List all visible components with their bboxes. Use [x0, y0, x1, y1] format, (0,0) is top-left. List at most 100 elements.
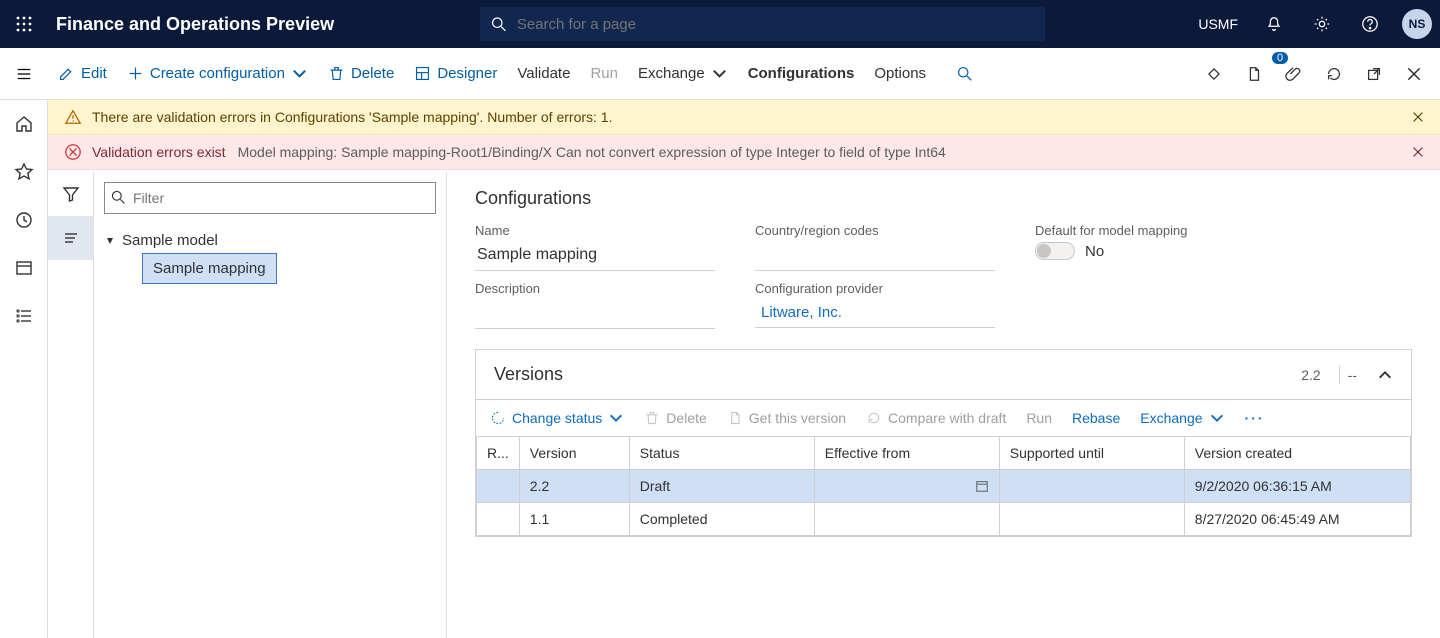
- filter-icon: [61, 184, 81, 204]
- cell-created[interactable]: 8/27/2020 06:45:49 AM: [1184, 503, 1410, 536]
- close-icon: [1411, 110, 1425, 124]
- settings-button[interactable]: [1302, 0, 1342, 48]
- table-row[interactable]: 1.1Completed 8/27/2020 06:45:49 AM: [477, 503, 1411, 536]
- cell-status[interactable]: Draft: [629, 470, 814, 503]
- rebase-label: Rebase: [1072, 410, 1120, 426]
- cell-created[interactable]: 9/2/2020 06:36:15 AM: [1184, 470, 1410, 503]
- tree-node-root[interactable]: Sample model: [104, 232, 436, 249]
- close-page-button[interactable]: [1396, 56, 1432, 92]
- run-label: Run: [590, 65, 618, 82]
- open-office-button[interactable]: [1236, 56, 1272, 92]
- cell-r[interactable]: [477, 503, 520, 536]
- error-close-button[interactable]: [1408, 142, 1428, 162]
- refresh-button[interactable]: [1316, 56, 1352, 92]
- popout-button[interactable]: [1356, 56, 1392, 92]
- list-icon: [14, 306, 34, 326]
- create-configuration-button[interactable]: Create configuration: [117, 48, 318, 99]
- tree-list-mode[interactable]: [48, 216, 93, 260]
- col-effective[interactable]: Effective from: [814, 437, 999, 470]
- rail-workspaces[interactable]: [6, 250, 42, 286]
- col-supported[interactable]: Supported until: [999, 437, 1184, 470]
- col-status[interactable]: Status: [629, 437, 814, 470]
- help-icon: [1361, 15, 1379, 33]
- chevron-up-icon[interactable]: [1377, 367, 1393, 383]
- error-message: Validation errors exist Model mapping: S…: [48, 135, 1440, 170]
- table-row[interactable]: 2.2Draft 9/2/2020 06:36:15 AM: [477, 470, 1411, 503]
- chevron-down-icon: [291, 65, 308, 82]
- rail-modules[interactable]: [6, 298, 42, 334]
- global-search-input[interactable]: [517, 16, 1035, 33]
- page-search-button[interactable]: [946, 48, 983, 99]
- tab-configurations[interactable]: Configurations: [738, 48, 865, 99]
- attachment-count: 0: [1272, 52, 1288, 64]
- name-value[interactable]: Sample mapping: [475, 242, 715, 271]
- edit-button[interactable]: Edit: [48, 48, 117, 99]
- diamond-icon: [1205, 65, 1223, 83]
- cell-effective[interactable]: [814, 503, 999, 536]
- calendar-icon[interactable]: [975, 479, 989, 493]
- tab-options[interactable]: Options: [864, 48, 936, 99]
- company-picker[interactable]: USMF: [1190, 16, 1246, 32]
- versions-section: Versions 2.2 -- Change status Delete Get…: [475, 349, 1412, 537]
- message-bar-area: There are validation errors in Configura…: [48, 100, 1440, 170]
- run-button: Run: [580, 48, 628, 99]
- version-delete-button: Delete: [644, 410, 706, 426]
- cell-status[interactable]: Completed: [629, 503, 814, 536]
- rail-recent[interactable]: [6, 202, 42, 238]
- pencil-icon: [58, 65, 75, 82]
- error-icon: [64, 143, 82, 161]
- warning-close-button[interactable]: [1408, 107, 1428, 127]
- version-exchange-label: Exchange: [1140, 410, 1202, 426]
- col-created[interactable]: Version created: [1184, 437, 1410, 470]
- global-search[interactable]: [480, 7, 1045, 41]
- compare-button: Compare with draft: [866, 410, 1006, 426]
- section-title: Configurations: [475, 188, 1412, 209]
- versions-table: R... Version Status Effective from Suppo…: [476, 436, 1411, 536]
- waffle-icon: [16, 16, 32, 32]
- error-title: Validation errors exist: [92, 144, 226, 160]
- cell-supported[interactable]: [999, 503, 1184, 536]
- designer-button[interactable]: Designer: [404, 48, 507, 99]
- caret-down-icon: [104, 235, 116, 247]
- cell-version[interactable]: 2.2: [519, 470, 629, 503]
- version-more-button[interactable]: ···: [1245, 410, 1265, 426]
- versions-toolbar: Change status Delete Get this version Co…: [476, 399, 1411, 436]
- cell-effective[interactable]: [814, 470, 999, 503]
- tree-filter-mode[interactable]: [48, 172, 93, 216]
- col-version[interactable]: Version: [519, 437, 629, 470]
- cell-version[interactable]: 1.1: [519, 503, 629, 536]
- notifications-button[interactable]: [1254, 0, 1294, 48]
- exchange-menu[interactable]: Exchange: [628, 48, 738, 99]
- provider-link[interactable]: Litware, Inc.: [755, 300, 995, 328]
- chevron-down-icon: [608, 410, 624, 426]
- validate-button[interactable]: Validate: [507, 48, 580, 99]
- help-button[interactable]: [1350, 0, 1390, 48]
- rail-home[interactable]: [6, 106, 42, 142]
- tree-filter-input[interactable]: [104, 182, 436, 214]
- edit-label: Edit: [81, 65, 107, 82]
- cell-r[interactable]: [477, 470, 520, 503]
- clock-icon: [14, 210, 34, 230]
- default-toggle[interactable]: [1035, 242, 1075, 260]
- col-r[interactable]: R...: [477, 437, 520, 470]
- attachments-button[interactable]: 0: [1276, 56, 1312, 92]
- rail-favorites[interactable]: [6, 154, 42, 190]
- refresh-icon: [866, 410, 882, 426]
- user-avatar[interactable]: NS: [1402, 9, 1432, 39]
- change-status-button[interactable]: Change status: [490, 410, 624, 426]
- nav-toggle-button[interactable]: [0, 50, 48, 98]
- paperclip-icon: [1285, 65, 1303, 83]
- tree-node-selected[interactable]: Sample mapping: [142, 253, 277, 284]
- region-value[interactable]: [755, 242, 995, 271]
- versions-current: 2.2: [1301, 367, 1320, 383]
- cell-supported[interactable]: [999, 470, 1184, 503]
- description-value[interactable]: [475, 300, 715, 329]
- name-label: Name: [475, 223, 715, 238]
- waffle-button[interactable]: [0, 0, 48, 48]
- version-exchange-menu[interactable]: Exchange: [1140, 410, 1224, 426]
- delete-button[interactable]: Delete: [318, 48, 404, 99]
- rebase-button[interactable]: Rebase: [1072, 410, 1120, 426]
- app-title: Finance and Operations Preview: [56, 14, 334, 35]
- related-info-button[interactable]: [1196, 56, 1232, 92]
- create-label: Create configuration: [150, 65, 285, 82]
